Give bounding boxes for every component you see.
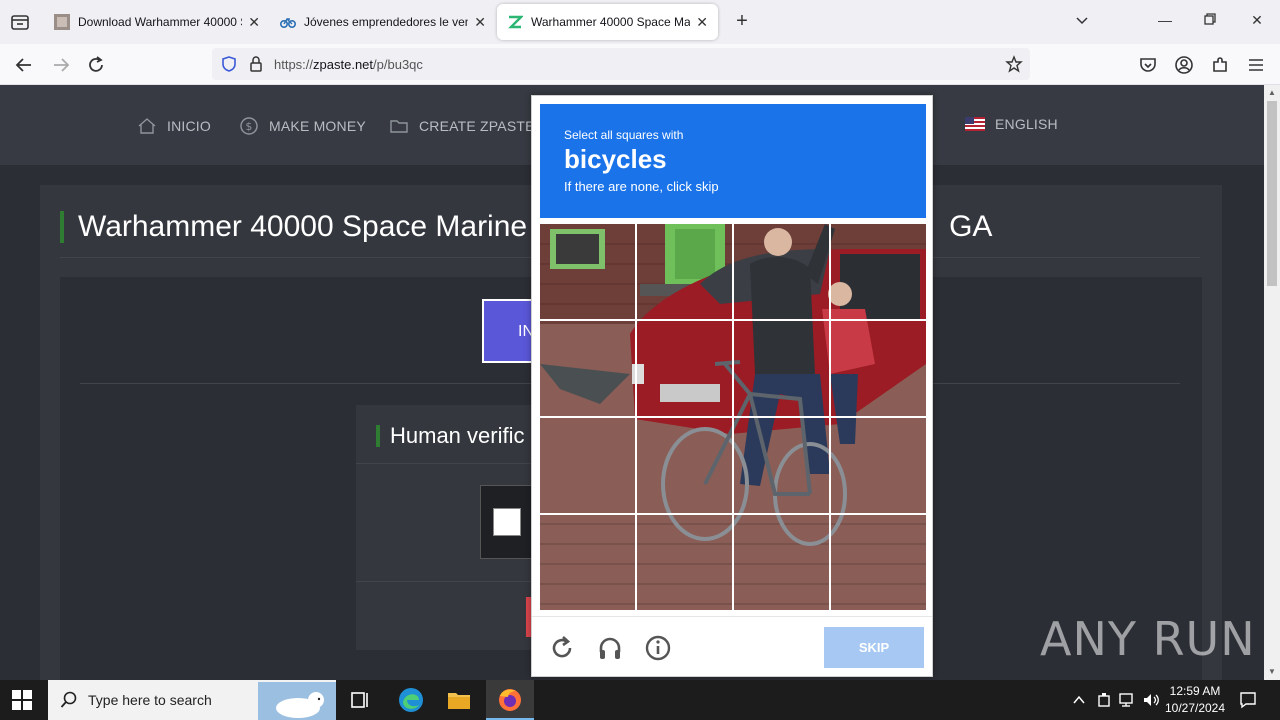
grid-tile[interactable] [540, 515, 636, 610]
clock-date: 10/27/2024 [1164, 701, 1226, 715]
challenge-header: Select all squares with bicycles If ther… [540, 104, 926, 218]
tab-overflow-chevron-icon[interactable] [1072, 12, 1092, 32]
tab-warhammer-space-marine[interactable]: Warhammer 40000 Space Marin ✕ [497, 4, 718, 40]
anyrun-watermark: ANY RUN [1040, 612, 1256, 666]
file-explorer-icon[interactable] [445, 686, 473, 714]
nav-label: MAKE MONEY [269, 118, 366, 134]
skip-button[interactable]: SKIP [824, 627, 924, 668]
close-tab-icon[interactable]: ✕ [248, 14, 260, 31]
site-favicon-icon [54, 14, 70, 30]
grid-tile[interactable] [637, 418, 733, 514]
divider [532, 616, 932, 617]
nav-label: INICIO [167, 118, 211, 134]
url-bar[interactable]: https://zpaste.net/p/bu3qc [212, 48, 1030, 80]
tab-download-warhammer[interactable]: Download Warhammer 40000 S ✕ [44, 4, 270, 40]
grid-tile[interactable] [734, 515, 830, 610]
tab-title: Warhammer 40000 Space Marin [531, 15, 691, 29]
grid-tile[interactable] [831, 321, 926, 417]
extensions-icon[interactable] [1209, 54, 1231, 76]
url-text: https://zpaste.net/p/bu3qc [274, 57, 423, 72]
challenge-target: bicycles [564, 144, 667, 174]
recaptcha-checkbox[interactable] [493, 508, 521, 536]
back-arrow-icon[interactable] [13, 54, 35, 76]
new-tab-button[interactable]: + [730, 10, 754, 33]
account-icon[interactable] [1173, 54, 1195, 76]
task-view-icon[interactable] [346, 686, 374, 714]
scroll-up-arrow-icon[interactable]: ▲ [1268, 88, 1276, 97]
polar-bear-search-highlight-icon [258, 682, 336, 720]
firefox-icon [499, 689, 521, 711]
grid-tile[interactable] [734, 321, 830, 417]
tracking-shield-icon[interactable] [220, 55, 238, 73]
challenge-instruction: Select all squares with [564, 128, 684, 142]
human-verification-title: Human verific [376, 425, 524, 447]
home-icon [138, 118, 156, 134]
windows-taskbar: Type here to search 12:59 AM 10/27/2024 [0, 680, 1280, 720]
grid-tile[interactable] [831, 224, 926, 320]
scroll-down-arrow-icon[interactable]: ▼ [1268, 667, 1276, 676]
dollar-icon: $ [240, 117, 258, 135]
recaptcha-challenge: Select all squares with bicycles If ther… [531, 95, 933, 677]
nav-label: ENGLISH [995, 116, 1058, 132]
challenge-image-grid [540, 224, 926, 610]
restore-button[interactable] [1200, 12, 1220, 32]
zpaste-favicon-icon [508, 15, 523, 29]
info-icon[interactable] [644, 634, 672, 662]
minimize-button[interactable]: — [1155, 12, 1175, 32]
page-scrollbar[interactable]: ▲ ▼ [1264, 85, 1280, 680]
tray-chevron-up-icon[interactable] [1072, 694, 1086, 706]
nav-language-english[interactable]: ENGLISH [965, 116, 1058, 132]
grid-tile[interactable] [734, 418, 830, 514]
reload-icon[interactable] [85, 54, 107, 76]
grid-tile[interactable] [540, 224, 636, 320]
tab-title: Jóvenes emprendedores le vend [304, 15, 469, 29]
usb-device-icon[interactable] [1096, 691, 1112, 709]
tab-jovenes-emprendedores[interactable]: Jóvenes emprendedores le vend ✕ [270, 4, 496, 40]
edge-browser-icon[interactable] [397, 686, 425, 714]
lock-icon[interactable] [248, 55, 264, 73]
nav-inicio[interactable]: INICIO [137, 116, 211, 136]
browser-navbar: https://zpaste.net/p/bu3qc [0, 44, 1280, 85]
windows-start-icon[interactable] [12, 690, 32, 710]
network-icon[interactable] [1118, 691, 1136, 709]
audio-challenge-headphones-icon[interactable] [596, 634, 624, 662]
menu-hamburger-icon[interactable] [1245, 54, 1267, 76]
folder-icon [390, 120, 408, 133]
grid-tile[interactable] [831, 515, 926, 610]
challenge-hint: If there are none, click skip [564, 179, 719, 194]
pocket-icon[interactable] [1137, 54, 1159, 76]
taskbar-clock[interactable]: 12:59 AM 10/27/2024 [1160, 683, 1230, 717]
bookmark-star-icon[interactable] [1005, 55, 1023, 73]
volume-icon[interactable] [1142, 691, 1160, 709]
nav-create-zpaste[interactable]: CREATE ZPASTE [389, 116, 535, 136]
grid-tile[interactable] [734, 224, 830, 320]
firefox-taskbar-button[interactable] [486, 680, 534, 720]
bicycle-favicon-icon [280, 17, 296, 28]
us-flag-icon [965, 117, 985, 131]
grid-tile[interactable] [540, 321, 636, 417]
clock-time: 12:59 AM [1169, 684, 1221, 698]
grid-tile[interactable] [831, 418, 926, 514]
notifications-icon[interactable] [1238, 690, 1258, 710]
nav-label: CREATE ZPASTE [419, 118, 535, 134]
forward-arrow-icon[interactable] [50, 54, 72, 76]
svg-text:$: $ [245, 120, 252, 133]
grid-tile[interactable] [637, 515, 733, 610]
reload-challenge-icon[interactable] [548, 634, 576, 662]
search-icon [60, 691, 77, 708]
taskbar-search-box[interactable]: Type here to search [48, 680, 336, 720]
close-tab-icon[interactable]: ✕ [474, 14, 486, 31]
scrollbar-thumb[interactable] [1267, 101, 1277, 286]
nav-make-money[interactable]: $ MAKE MONEY [239, 116, 366, 136]
grid-tile[interactable] [540, 418, 636, 514]
search-placeholder: Type here to search [88, 692, 212, 708]
browser-tabbar: Download Warhammer 40000 S ✕ Jóvenes emp… [0, 0, 1280, 44]
close-tab-icon[interactable]: ✕ [696, 14, 708, 31]
tab-list-icon[interactable] [8, 10, 32, 34]
tab-title: Download Warhammer 40000 S [78, 15, 243, 29]
grid-tile[interactable] [637, 224, 733, 320]
close-window-button[interactable]: ✕ [1247, 12, 1267, 32]
grid-tile[interactable] [637, 321, 733, 417]
